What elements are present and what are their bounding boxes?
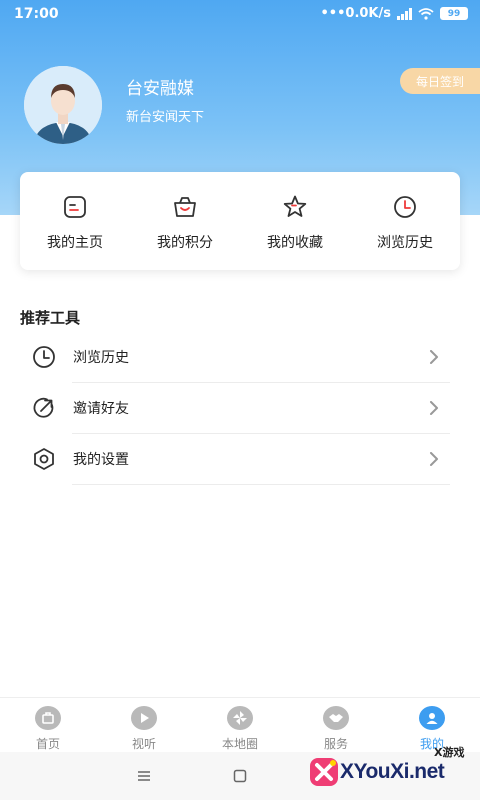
- invite-icon: [33, 397, 54, 418]
- quick-action-label: 浏览历史: [377, 235, 433, 251]
- avatar[interactable]: [24, 66, 102, 144]
- watermark-text: XYouXi.net: [340, 760, 445, 783]
- tool-item-settings[interactable]: 我的设置: [32, 434, 450, 484]
- daily-checkin-button[interactable]: 每日签到: [400, 68, 480, 94]
- tool-item-label: 浏览历史: [73, 350, 129, 366]
- quick-action-homepage[interactable]: 我的主页: [20, 172, 130, 270]
- nav-item-media[interactable]: 视听: [96, 698, 192, 752]
- nav-label: 本地圈: [221, 737, 258, 751]
- user-icon: [419, 706, 445, 730]
- nav-item-home[interactable]: 首页: [0, 698, 96, 752]
- profile-subtitle: 新台安闻天下: [126, 110, 205, 125]
- tools-section-title: 推荐工具: [20, 309, 81, 327]
- star-icon: [283, 195, 307, 217]
- battery-icon: 99: [440, 7, 468, 20]
- watermark: X游戏 XYouXi.net: [306, 742, 474, 794]
- play-icon: [131, 706, 157, 730]
- quick-action-favorites[interactable]: 我的收藏: [240, 172, 350, 270]
- status-bar: 17:00 •••0.0K/s 99: [0, 0, 480, 30]
- wifi-icon: [418, 7, 434, 20]
- divider: [72, 484, 450, 485]
- homepage-icon: [64, 196, 86, 218]
- person-avatar-icon: [24, 66, 102, 144]
- home-square-icon[interactable]: [232, 768, 248, 784]
- quick-action-label: 我的收藏: [267, 235, 323, 251]
- settings-icon: [34, 448, 54, 470]
- tool-item-invite[interactable]: 邀请好友: [32, 383, 450, 433]
- nav-label: 视听: [131, 737, 156, 751]
- signal-icon: [397, 7, 412, 20]
- profile-name: 台安融媒: [126, 79, 194, 99]
- tool-item-label: 我的设置: [73, 452, 129, 468]
- chevron-right-icon: [430, 401, 438, 415]
- clock-icon: [33, 346, 55, 368]
- watermark-small-text: X游戏: [434, 746, 465, 759]
- status-indicators: •••0.0K/s 99: [320, 6, 468, 21]
- nav-label: 首页: [35, 737, 60, 751]
- quick-action-points[interactable]: 我的积分: [130, 172, 240, 270]
- menu-icon[interactable]: [136, 768, 152, 784]
- status-time: 17:00: [14, 6, 59, 22]
- handshake-icon: [323, 706, 349, 730]
- tool-item-history[interactable]: 浏览历史: [32, 332, 450, 382]
- tool-item-label: 邀请好友: [73, 401, 129, 417]
- nav-item-local[interactable]: 本地圈: [192, 698, 288, 752]
- clock-icon: [394, 196, 416, 218]
- network-speed: •••0.0K/s: [320, 6, 391, 21]
- chevron-right-icon: [430, 452, 438, 466]
- watermark-logo-icon: [310, 758, 338, 786]
- quick-action-label: 我的积分: [157, 235, 213, 251]
- shopping-bag-icon: [174, 197, 196, 217]
- pinwheel-icon: [227, 706, 253, 730]
- home-icon: [35, 706, 61, 730]
- quick-action-label: 我的主页: [47, 235, 103, 251]
- quick-actions-card: 我的主页 我的积分 我的收藏 浏览历史: [20, 172, 460, 270]
- quick-action-history[interactable]: 浏览历史: [350, 172, 460, 270]
- chevron-right-icon: [430, 350, 438, 364]
